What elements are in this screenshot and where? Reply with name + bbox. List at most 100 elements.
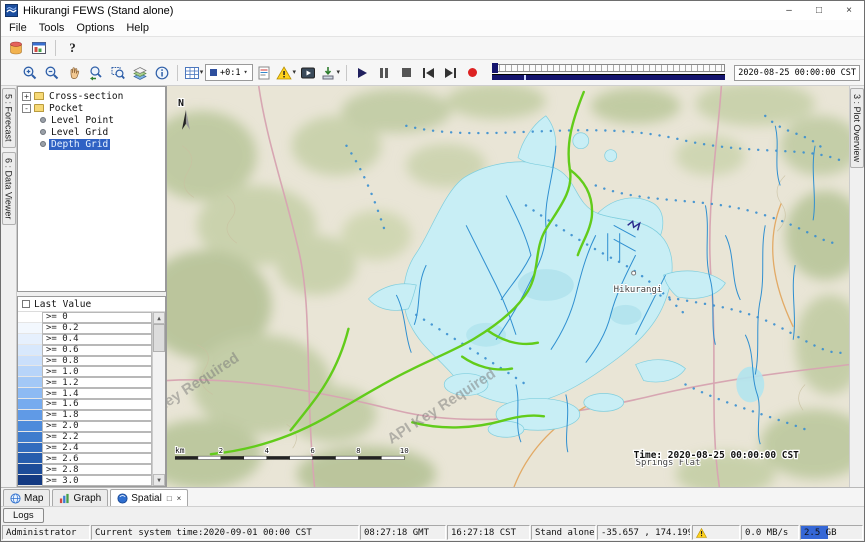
menu-file[interactable]: File <box>3 22 33 34</box>
chevron-down-icon: ▾ <box>336 69 340 76</box>
pan-hand-icon <box>66 65 82 81</box>
legend-row[interactable]: >= 2.2 <box>18 432 152 443</box>
color-swatch <box>18 312 42 323</box>
scroll-down-button[interactable]: ▼ <box>153 474 165 486</box>
legend-row[interactable]: >= 2.6 <box>18 453 152 464</box>
legend-row[interactable]: >= 2.0 <box>18 421 152 432</box>
warning-icon <box>276 65 292 81</box>
maximize-button[interactable]: □ <box>804 1 834 20</box>
map-canvas[interactable]: API Key Required API Key Required Hikura… <box>167 86 849 487</box>
color-swatch <box>18 356 42 367</box>
svg-text:10: 10 <box>400 446 410 455</box>
tab-spatial[interactable]: Spatial □ × <box>110 489 188 506</box>
menu-help[interactable]: Help <box>120 22 155 34</box>
timestep-icon <box>210 69 217 76</box>
timeline-ruler[interactable] <box>492 64 726 72</box>
warning-icon <box>696 528 707 538</box>
statusbar: Administrator Current system time:2020-0… <box>1 524 864 541</box>
app-window-icon <box>31 40 47 56</box>
timestep-combobox[interactable]: +0:1 ▾ <box>205 64 253 81</box>
animation-export-button[interactable] <box>298 63 319 83</box>
spatial-restore-button[interactable]: □ <box>167 494 172 503</box>
legend-row[interactable]: >= 0 <box>18 312 152 323</box>
stop-button[interactable] <box>396 63 417 83</box>
color-swatch <box>18 377 42 388</box>
legend-row[interactable]: >= 0.8 <box>18 356 152 367</box>
menubar: File Tools Options Help <box>1 20 864 37</box>
legend-scrollbar[interactable]: ▲ ▼ <box>152 312 165 486</box>
color-swatch <box>18 366 42 377</box>
scroll-up-button[interactable]: ▲ <box>153 312 165 324</box>
scroll-thumb[interactable] <box>153 324 165 352</box>
play-button[interactable] <box>352 63 373 83</box>
expand-toggle-icon[interactable]: + <box>22 92 31 101</box>
tab-map[interactable]: Map <box>3 489 50 506</box>
app-icon <box>5 4 18 17</box>
svg-text:N: N <box>178 98 184 109</box>
legend-row[interactable]: >= 0.4 <box>18 334 152 345</box>
legend-row[interactable]: >= 1.8 <box>18 410 152 421</box>
status-mode: Stand alone <box>531 525 596 540</box>
legend-list: >= 0 >= 0.2 >= 0.4 >= 0.6 >= 0.8 >= 1.0 … <box>18 312 152 486</box>
tab-data-viewer[interactable]: 6 : Data Viewer <box>2 152 16 225</box>
zoom-in-button[interactable] <box>19 63 40 83</box>
tab-forecast[interactable]: 5 : Forecast <box>2 88 16 148</box>
svg-text:4: 4 <box>264 446 269 455</box>
timeline-slider[interactable] <box>492 64 726 82</box>
record-button[interactable] <box>462 63 483 83</box>
menu-options[interactable]: Options <box>70 22 120 34</box>
tab-plot-overview[interactable]: 3 : Plot Overview <box>850 88 864 168</box>
legend-row[interactable]: >= 1.2 <box>18 377 152 388</box>
zoom-extent-button[interactable] <box>107 63 128 83</box>
database-button[interactable] <box>5 38 26 58</box>
svg-text:km: km <box>175 446 185 455</box>
pan-button[interactable] <box>63 63 84 83</box>
legend-row[interactable]: >= 1.4 <box>18 388 152 399</box>
minimize-button[interactable]: – <box>774 1 804 20</box>
menu-tools[interactable]: Tools <box>33 22 71 34</box>
logs-button[interactable]: Logs <box>3 508 44 523</box>
tree-item-cross-section[interactable]: + Cross-section <box>18 90 165 102</box>
chevron-down-icon: ▾ <box>200 69 204 76</box>
zoom-out-button[interactable] <box>41 63 62 83</box>
chevron-down-icon: ▾ <box>243 69 247 76</box>
collapse-toggle-icon[interactable]: - <box>22 104 31 113</box>
skip-begin-icon <box>423 68 434 78</box>
legend-row[interactable]: >= 2.8 <box>18 464 152 475</box>
legend-row[interactable]: >= 0.2 <box>18 323 152 334</box>
status-coordinates: -35.657 , 174.199 <box>597 525 691 540</box>
app-window: Hikurangi FEWS (Stand alone) – □ × File … <box>0 0 865 542</box>
pause-button[interactable] <box>374 63 395 83</box>
warning-threshold-button[interactable]: ▾ <box>276 63 297 83</box>
spatial-close-button[interactable]: × <box>177 494 182 503</box>
toolbar-separator <box>55 40 56 56</box>
info-button[interactable] <box>151 63 172 83</box>
grid-icon <box>184 65 200 81</box>
save-export-button[interactable]: ▾ <box>320 63 341 83</box>
close-button[interactable]: × <box>834 1 864 20</box>
skip-begin-button[interactable] <box>418 63 439 83</box>
legend-row[interactable]: >= 1.6 <box>18 399 152 410</box>
svg-text:8: 8 <box>356 446 361 455</box>
tree-item-pocket[interactable]: - Pocket <box>18 102 165 114</box>
legend-row[interactable]: >= 0.6 <box>18 345 152 356</box>
grid-display-button[interactable]: ▾ <box>183 63 204 83</box>
tree-item-level-point[interactable]: Level Point <box>18 114 165 126</box>
legend-row[interactable]: >= 2.4 <box>18 443 152 454</box>
tab-graph[interactable]: Graph <box>52 489 108 506</box>
color-swatch <box>18 410 42 421</box>
help-button[interactable]: ? <box>62 38 83 58</box>
legend-row[interactable]: >= 1.0 <box>18 366 152 377</box>
interface-button[interactable] <box>28 38 49 58</box>
tree-item-depth-grid[interactable]: Depth Grid <box>18 138 165 150</box>
legend-row[interactable]: >= 3.0 <box>18 475 152 486</box>
timeline-handle[interactable] <box>492 63 498 73</box>
last-value-checkbox[interactable] <box>22 300 30 308</box>
tree-item-level-grid[interactable]: Level Grid <box>18 126 165 138</box>
layers-button[interactable] <box>129 63 150 83</box>
chart-icon <box>59 493 70 504</box>
zoom-previous-button[interactable] <box>85 63 106 83</box>
scroll-track[interactable] <box>153 324 165 474</box>
display-units-button[interactable] <box>254 63 275 83</box>
skip-end-button[interactable] <box>440 63 461 83</box>
